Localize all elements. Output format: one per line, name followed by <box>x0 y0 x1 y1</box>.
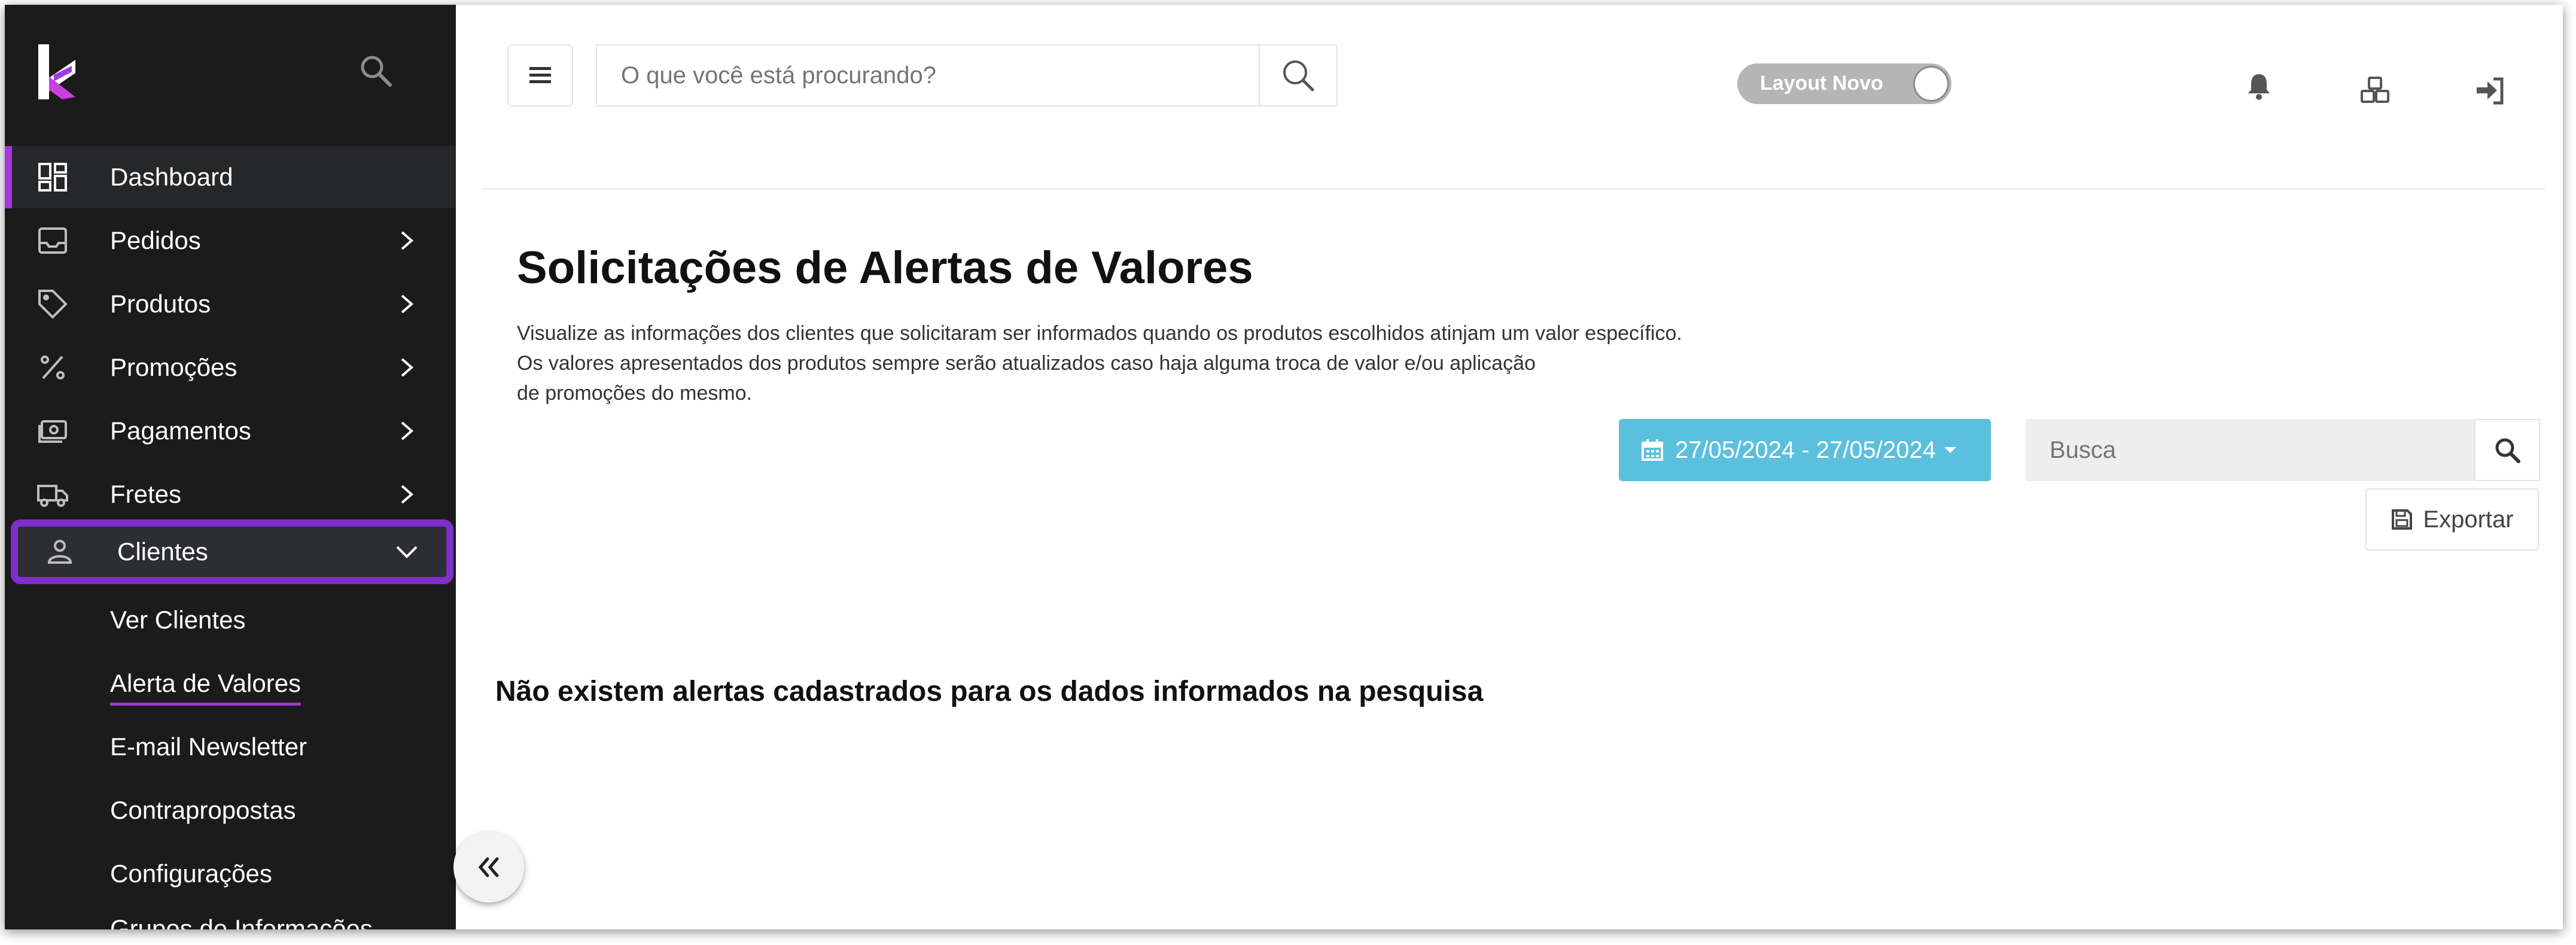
sidebar-item-label: Pedidos <box>110 226 201 254</box>
header-divider <box>481 188 2545 190</box>
percent-icon <box>41 355 65 379</box>
chevron-right-icon <box>401 231 414 250</box>
bell-icon[interactable] <box>2243 71 2274 102</box>
sidebar-item-produtos[interactable]: Produtos <box>5 273 456 335</box>
busca-field <box>2026 419 2540 481</box>
boxes-icon[interactable] <box>2359 75 2391 107</box>
page-title: Solicitações de Alertas de Valores <box>517 242 1253 293</box>
sidebar-item-pagamentos[interactable]: Pagamentos <box>5 400 456 462</box>
k-logo[interactable] <box>36 42 84 102</box>
sidebar-subitem-ver-clientes[interactable]: Ver Clientes <box>110 606 245 634</box>
double-chevron-left-icon <box>478 857 499 877</box>
layout-novo-toggle[interactable]: Layout Novo <box>1737 63 1951 104</box>
tag-icon <box>38 290 68 319</box>
sidebar-item-label: Fretes <box>110 480 182 508</box>
sidebar-item-label: Pagamentos <box>110 417 251 445</box>
chevron-down-icon <box>396 546 418 558</box>
empty-results-message: Não existem alertas cadastrados para os … <box>495 676 1484 707</box>
global-search <box>596 44 1338 107</box>
hamburger-icon <box>529 67 551 83</box>
busca-search-button[interactable] <box>2474 419 2540 481</box>
chevron-right-icon <box>401 421 414 440</box>
sidebar-subitem-grupos-de-informacoes[interactable]: Grupos de Informações <box>110 914 373 929</box>
sidebar-item-clientes[interactable]: Clientes <box>11 519 453 584</box>
sidebar-item-pedidos[interactable]: Pedidos <box>5 209 456 272</box>
page-description-line-2: Os valores apresentados dos produtos sem… <box>517 352 1536 375</box>
active-indicator <box>5 146 12 208</box>
date-range-label: 27/05/2024 - 27/05/2024 <box>1675 436 1936 463</box>
sidebar-item-label: Dashboard <box>110 163 233 191</box>
sidebar: Dashboard Pedidos Produtos Promoções Pag… <box>5 5 456 929</box>
sign-in-icon[interactable] <box>2474 75 2505 107</box>
toggle-label: Layout Novo <box>1760 72 1883 95</box>
sidebar-item-dashboard[interactable]: Dashboard <box>5 146 456 208</box>
sidebar-item-label: Produtos <box>110 290 211 318</box>
collapse-sidebar-button[interactable] <box>453 832 524 903</box>
truck-icon <box>37 485 68 507</box>
export-button[interactable]: Exportar <box>2365 488 2539 551</box>
page-description-line-1: Visualize as informações dos clientes qu… <box>517 322 1682 345</box>
busca-input[interactable] <box>2026 419 2468 481</box>
app-window: Dashboard Pedidos Produtos Promoções Pag… <box>5 5 2563 929</box>
dashboard-icon <box>38 163 67 192</box>
search-icon[interactable] <box>358 53 394 89</box>
user-icon <box>47 540 72 564</box>
date-range-button[interactable]: 27/05/2024 - 27/05/2024 <box>1619 419 1991 481</box>
sidebar-item-fretes[interactable]: Fretes <box>5 463 456 525</box>
search-icon <box>1283 60 1314 92</box>
sidebar-item-label: Clientes <box>117 537 208 566</box>
cash-icon <box>38 420 67 443</box>
calendar-icon <box>1642 439 1663 461</box>
global-search-button[interactable] <box>1259 45 1336 105</box>
sidebar-subitem-configuracoes[interactable]: Configurações <box>110 859 272 888</box>
menu-toggle-button[interactable] <box>507 44 573 107</box>
sidebar-subitem-alerta-de-valores[interactable]: Alerta de Valores <box>110 669 302 706</box>
inbox-icon <box>38 227 67 254</box>
sidebar-item-label: Promoções <box>110 353 237 381</box>
chevron-right-icon <box>401 358 414 377</box>
chevron-right-icon <box>401 485 414 504</box>
toggle-knob <box>1913 66 1949 102</box>
sidebar-item-promocoes[interactable]: Promoções <box>5 336 456 399</box>
page-description-line-3: de promoções do mesmo. <box>517 382 753 405</box>
save-icon <box>2392 509 2413 530</box>
sidebar-subitem-email-newsletter[interactable]: E-mail Newsletter <box>110 733 307 761</box>
sidebar-subitem-contrapropostas[interactable]: Contrapropostas <box>110 796 296 825</box>
chevron-right-icon <box>401 294 414 314</box>
caret-down-icon <box>1944 447 1956 453</box>
search-icon <box>2495 438 2520 463</box>
global-search-input[interactable] <box>597 45 1231 105</box>
export-label: Exportar <box>2423 506 2514 533</box>
